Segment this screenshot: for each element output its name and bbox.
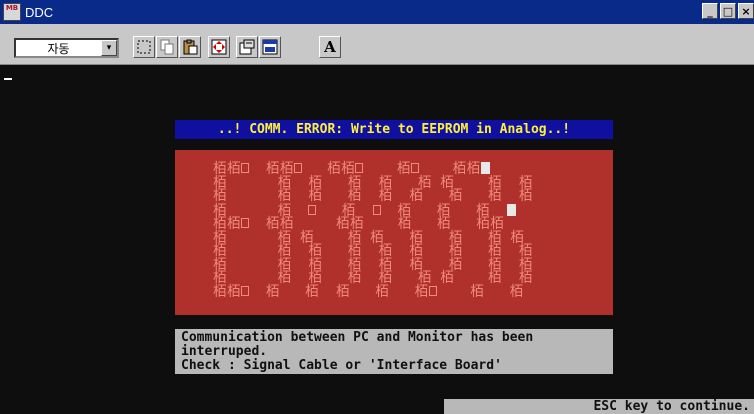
fullscreen-button[interactable] xyxy=(208,36,230,58)
garbled-error-glyphs: 栢栢 栢栢 栢栢 栢 栢栢 栢 栢 栢 栢 栢 栢 栢 栢 栢 栢 栢 栢 栢 … xyxy=(213,161,533,300)
console-screen[interactable]: ..! COMM. ERROR: Write to EEPROM in Anal… xyxy=(0,65,754,414)
properties-button[interactable] xyxy=(236,36,258,58)
copy-button[interactable] xyxy=(156,36,178,58)
properties-icon xyxy=(239,39,255,55)
message-line: Check : Signal Cable or 'Interface Board… xyxy=(181,358,502,373)
paste-button[interactable] xyxy=(179,36,201,58)
window-controls: _ □ × xyxy=(702,3,754,19)
continue-prompt: ESC key to continue. xyxy=(444,399,754,414)
font-icon: A xyxy=(324,38,336,56)
background-icon xyxy=(262,39,278,55)
error-message-panel: Communication between PC and Monitor has… xyxy=(175,329,613,374)
toolbar: 자동 ▾ A xyxy=(0,24,754,65)
error-banner: ..! COMM. ERROR: Write to EEPROM in Anal… xyxy=(175,120,613,139)
background-button[interactable] xyxy=(259,36,281,58)
close-button[interactable]: × xyxy=(738,3,754,19)
chevron-down-icon[interactable]: ▾ xyxy=(101,40,117,56)
select-icon xyxy=(137,40,151,54)
maximize-button[interactable]: □ xyxy=(720,3,736,19)
window-size-value: 자동 xyxy=(47,41,70,56)
paste-icon xyxy=(183,39,198,55)
message-line: Communication between PC and Monitor has… xyxy=(181,330,534,345)
message-line: interruped. xyxy=(181,344,268,359)
font-button[interactable]: A xyxy=(319,36,341,58)
window-size-select[interactable]: 자동 ▾ xyxy=(14,38,119,58)
fullscreen-icon xyxy=(211,39,227,55)
app-icon[interactable]: MB xyxy=(3,3,21,21)
text-cursor xyxy=(4,78,12,80)
title-bar: MB DDC _ □ × xyxy=(0,0,754,24)
error-graphic-panel: 栢栢 栢栢 栢栢 栢 栢栢 栢 栢 栢 栢 栢 栢 栢 栢 栢 栢 栢 栢 栢 … xyxy=(175,150,613,315)
window-title: DDC xyxy=(25,4,54,20)
copy-icon xyxy=(160,39,174,55)
minimize-button[interactable]: _ xyxy=(702,3,718,19)
select-button[interactable] xyxy=(133,36,155,58)
